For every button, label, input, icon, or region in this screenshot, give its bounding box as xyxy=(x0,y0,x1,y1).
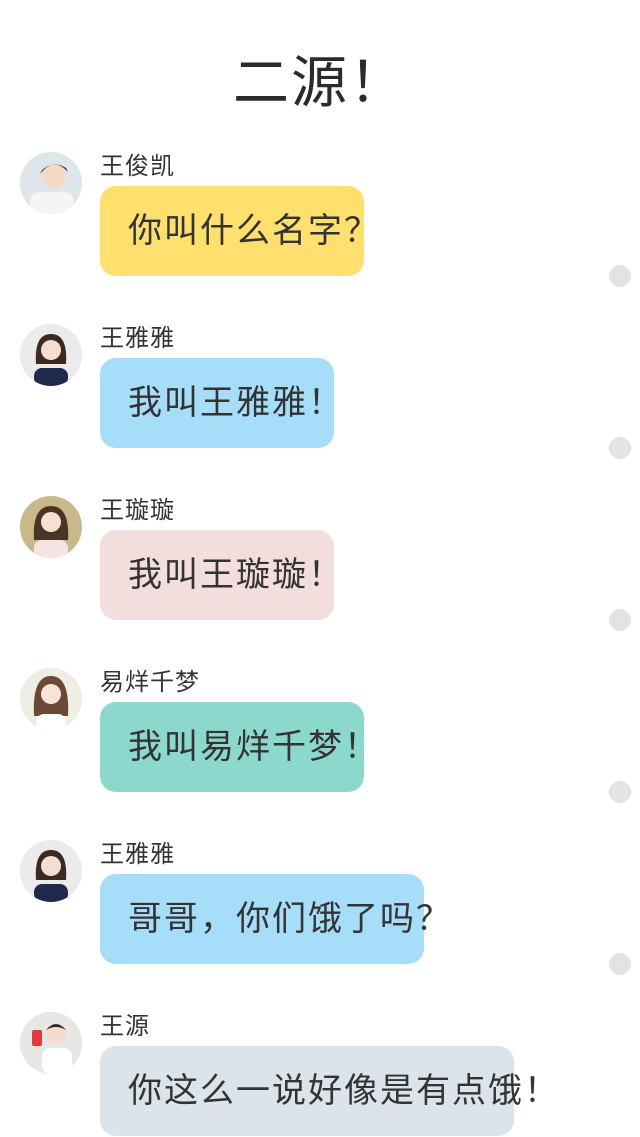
message-bubble[interactable]: 你这么一说好像是有点饿！ xyxy=(100,1046,558,1136)
status-dot xyxy=(609,609,631,631)
message-row: 王雅雅 我叫王雅雅！ xyxy=(0,324,640,496)
girl-avatar-icon[interactable] xyxy=(20,496,82,558)
message-row: 王俊凯 你叫什么名字？ xyxy=(0,152,640,324)
status-dot xyxy=(609,437,631,459)
message-bubble[interactable]: 哥哥，你们饿了吗？ xyxy=(100,874,450,964)
status-dot xyxy=(609,953,631,975)
sender-name: 王源 xyxy=(100,1012,150,1040)
girl-avatar-icon[interactable] xyxy=(20,668,82,730)
girl-avatar-icon[interactable] xyxy=(20,324,82,386)
status-dot xyxy=(609,781,631,803)
sender-name: 王俊凯 xyxy=(100,152,175,180)
sender-name: 王璇璇 xyxy=(100,496,175,524)
boy-avatar-icon[interactable] xyxy=(20,1012,82,1074)
boy-avatar-icon[interactable] xyxy=(20,152,82,214)
status-dot xyxy=(609,265,631,287)
message-row: 王璇璇 我叫王璇璇！ xyxy=(0,496,640,668)
message-row: 王雅雅 哥哥，你们饿了吗？ xyxy=(0,840,640,1012)
message-bubble[interactable]: 我叫易烊千梦！ xyxy=(100,702,378,792)
message-bubble[interactable]: 我叫王璇璇！ xyxy=(100,530,342,620)
message-bubble[interactable]: 你叫什么名字？ xyxy=(100,186,378,276)
girl-avatar-icon[interactable] xyxy=(20,840,82,902)
sender-name: 王雅雅 xyxy=(100,840,175,868)
sender-name: 王雅雅 xyxy=(100,324,175,352)
page-title: 二源！ xyxy=(233,51,407,116)
message-row: 王源 你这么一说好像是有点饿！ xyxy=(0,1012,640,1137)
sender-name: 易烊千梦 xyxy=(100,668,200,696)
message-bubble[interactable]: 我叫王雅雅！ xyxy=(100,358,342,448)
chat-screen: 二源！ 王俊凯 你叫什么名字？ 王雅雅 我叫王雅雅！ 王璇璇 我叫王璇璇！ 易烊… xyxy=(0,0,640,1137)
message-row: 易烊千梦 我叫易烊千梦！ xyxy=(0,668,640,840)
